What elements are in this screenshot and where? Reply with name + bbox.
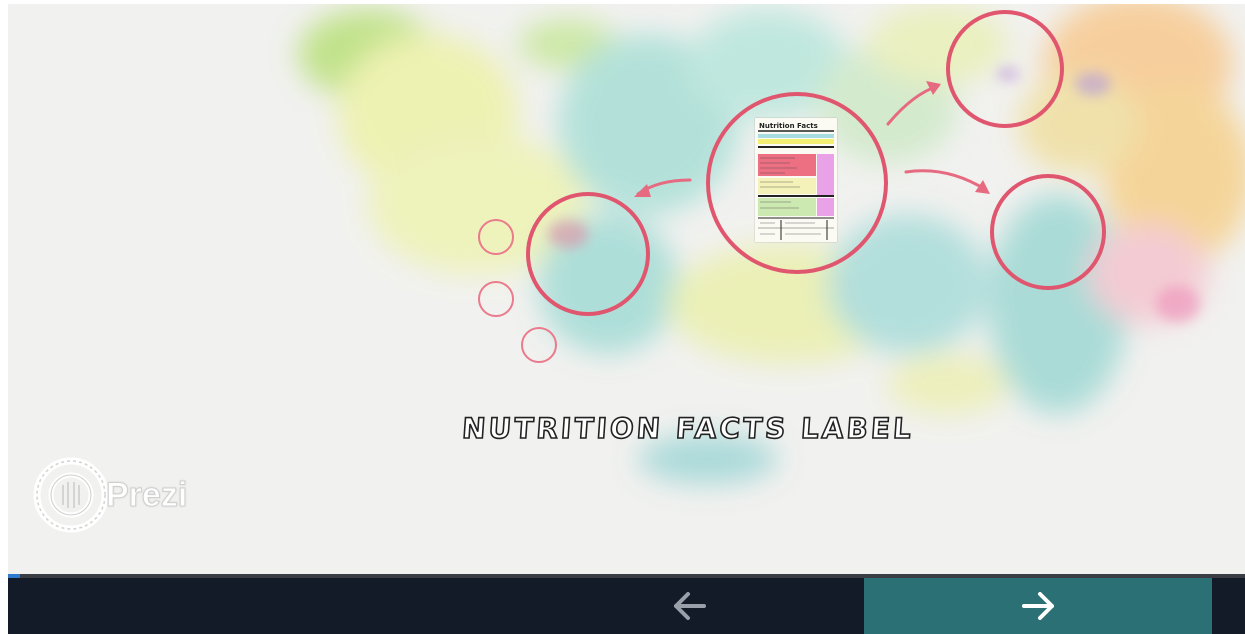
small-frame-ring[interactable] xyxy=(478,281,514,317)
arrow-right-icon xyxy=(1022,592,1054,620)
prezi-wordmark: Prezi xyxy=(105,475,188,514)
frame-ring-top-right[interactable] xyxy=(946,10,1064,128)
arrow-left-icon xyxy=(674,592,706,620)
nutrition-label-thumbnail: Nutrition Facts xyxy=(755,118,837,242)
frame-ring-right[interactable] xyxy=(990,174,1106,290)
arrowhead xyxy=(975,180,990,194)
slide-canvas[interactable]: Nutrition Facts NUTRITION FACTS LABEL Pr… xyxy=(8,4,1245,574)
navigation-bar xyxy=(8,578,1245,634)
thumbnail-heading: Nutrition Facts xyxy=(759,122,818,130)
small-frame-ring[interactable] xyxy=(478,219,514,255)
slide-title: NUTRITION FACTS LABEL xyxy=(460,411,916,446)
prezi-logo: Prezi xyxy=(32,456,188,534)
next-button[interactable] xyxy=(864,578,1212,634)
small-frame-ring[interactable] xyxy=(521,327,557,363)
prezi-logo-icon xyxy=(33,457,109,533)
previous-button[interactable] xyxy=(640,578,740,634)
connector-arrow xyxy=(904,169,988,192)
presentation-viewer: Nutrition Facts NUTRITION FACTS LABEL Pr… xyxy=(0,0,1245,634)
navbar-edge xyxy=(1212,578,1245,634)
frame-ring-left[interactable] xyxy=(526,192,650,316)
